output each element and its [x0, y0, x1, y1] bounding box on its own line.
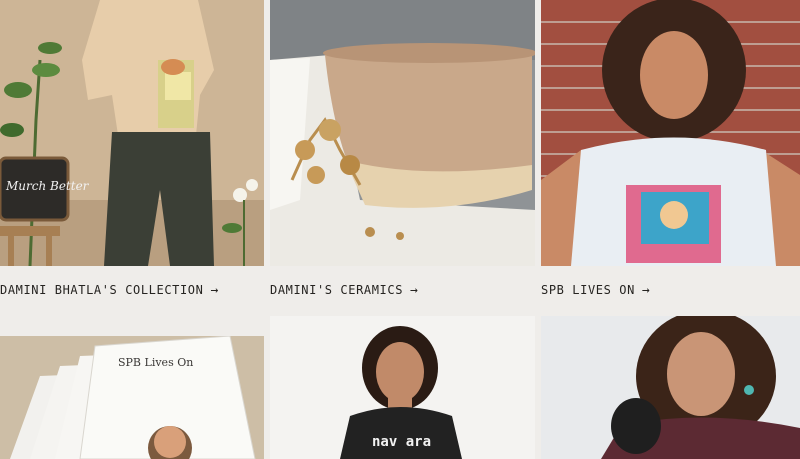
- collection-link-spb[interactable]: SPB LIVES ON →: [541, 266, 800, 314]
- photo-brick-wall-woman: [541, 0, 800, 266]
- collection-card-ceramics[interactable]: DAMINI'S CERAMICS →: [270, 0, 535, 314]
- arrow-right-icon: →: [210, 282, 219, 298]
- collection-image-woman-jacket[interactable]: [541, 316, 800, 459]
- collection-title: DAMINI BHATLA'S COLLECTION: [0, 283, 204, 297]
- photo-books: SPB Lives On: [0, 336, 264, 459]
- photo-woman-jacket: [541, 316, 800, 459]
- collection-card-row2-1[interactable]: SPB Lives On: [0, 336, 264, 459]
- photo-woman-black-tshirt: nav ara: [270, 316, 535, 459]
- collection-card-row2-2[interactable]: nav ara: [270, 316, 535, 459]
- collection-image-damini-bhatla[interactable]: Murch Better: [0, 0, 264, 266]
- collection-title: DAMINI'S CERAMICS: [270, 283, 404, 297]
- collection-card-row2-3[interactable]: [541, 316, 800, 459]
- book-cover-title: SPB Lives On: [118, 356, 193, 369]
- tshirt-print-text: nav ara: [372, 434, 431, 450]
- collection-image-ceramics[interactable]: [270, 0, 535, 266]
- collection-image-books[interactable]: SPB Lives On: [0, 336, 264, 459]
- collection-image-navarasa[interactable]: nav ara: [270, 316, 535, 459]
- collection-link-ceramics[interactable]: DAMINI'S CERAMICS →: [270, 266, 535, 314]
- photo-woman-tshirt: Murch Better: [0, 0, 264, 266]
- collection-title: SPB LIVES ON: [541, 283, 635, 297]
- arrow-right-icon: →: [410, 282, 419, 298]
- collection-image-spb[interactable]: [541, 0, 800, 266]
- photo-ceramic-bowl: [270, 0, 535, 266]
- collection-card-spb[interactable]: SPB LIVES ON →: [541, 0, 800, 314]
- collection-card-damini-bhatla[interactable]: Murch Better DAMINI BHATLA'S COLLECTION …: [0, 0, 264, 314]
- collection-grid: Murch Better DAMINI BHATLA'S COLLECTION …: [0, 0, 800, 459]
- arrow-right-icon: →: [641, 282, 651, 298]
- chalkboard-sign-text: Murch Better: [5, 179, 90, 193]
- collection-link-damini-bhatla[interactable]: DAMINI BHATLA'S COLLECTION →: [0, 266, 264, 314]
